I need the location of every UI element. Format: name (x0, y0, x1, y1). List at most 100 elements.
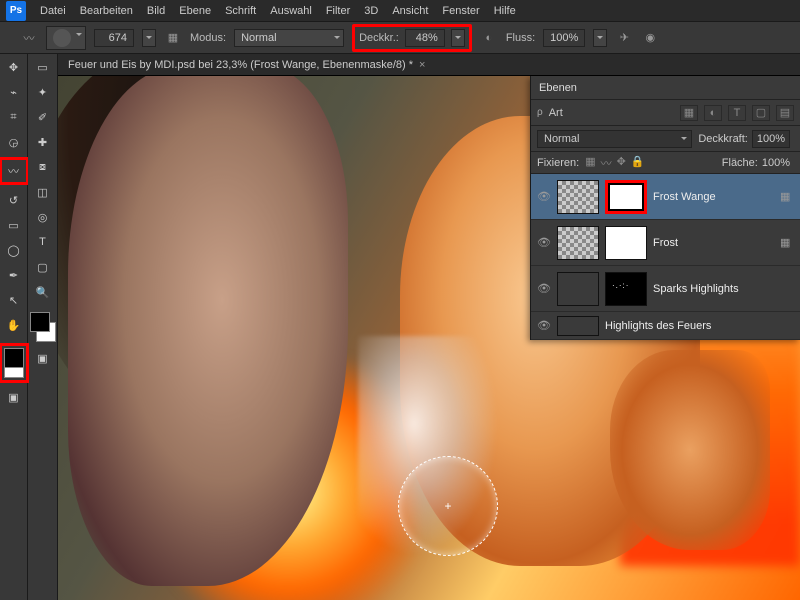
layer-name[interactable]: Sparks Highlights (653, 283, 794, 295)
brush-tool-highlight[interactable]: 〰 (0, 157, 29, 185)
layer-list: 👁 Frost Wange ▦ 👁 Frost ▦ 👁 (531, 174, 800, 340)
layer-mask-thumb-highlight[interactable] (605, 180, 647, 214)
quickmask-toggle[interactable]: ▣ (3, 386, 25, 408)
move-tool[interactable]: ✥ (3, 56, 25, 78)
opacity-label: Deckkr.: (359, 32, 399, 44)
type-tool[interactable]: T (32, 231, 54, 253)
canvas[interactable]: Ebenen ρ Art ▦ ◐ T ▢ ▤ Normal Deckkraft: (58, 76, 800, 600)
menu-layer[interactable]: Ebene (179, 5, 211, 17)
layer-row[interactable]: 👁 Frost Wange ▦ (531, 174, 800, 220)
path-select-tool[interactable]: ↖ (3, 289, 25, 311)
layer-row[interactable]: 👁 Highlights des Feuers (531, 312, 800, 340)
patch-tool[interactable]: ◶ (3, 131, 25, 153)
filter-type-icon[interactable]: T (728, 105, 746, 121)
doc-tab[interactable]: Feuer und Eis by MDI.psd bei 23,3% (Fros… (68, 59, 425, 71)
lasso-tool[interactable]: ⌁ (3, 81, 25, 103)
menu-file[interactable]: Datei (40, 5, 66, 17)
visibility-icon[interactable]: 👁 (537, 190, 551, 203)
layer-row[interactable]: 👁 Sparks Highlights (531, 266, 800, 312)
visibility-icon[interactable]: 👁 (537, 319, 551, 332)
menu-filter[interactable]: Filter (326, 5, 350, 17)
layer-opacity-label: Deckkraft: (698, 133, 748, 145)
menu-3d[interactable]: 3D (364, 5, 378, 17)
document-area: Feuer und Eis by MDI.psd bei 23,3% (Fros… (58, 54, 800, 600)
brush-preset-picker[interactable] (46, 26, 86, 50)
airbrush-icon[interactable]: ✈ (615, 29, 633, 47)
visibility-icon[interactable]: 👁 (537, 236, 551, 249)
close-icon[interactable]: × (419, 59, 425, 71)
lock-all-icon[interactable]: 🔒 (631, 155, 645, 171)
blur-tool[interactable]: ◎ (32, 206, 54, 228)
menu-image[interactable]: Bild (147, 5, 165, 17)
gradient-tool[interactable]: ▭ (3, 214, 25, 236)
screenmode-toggle[interactable]: ▣ (32, 347, 54, 369)
filter-adjust-icon[interactable]: ◐ (704, 105, 722, 121)
layer-name[interactable]: Frost Wange (653, 191, 774, 203)
pressure-size-icon[interactable]: ◉ (641, 29, 659, 47)
dodge-tool[interactable]: ◯ (3, 239, 25, 261)
layer-mask-thumb[interactable] (605, 226, 647, 260)
brush-tool-icon: 〰 (20, 29, 38, 47)
layer-name[interactable]: Highlights des Feuers (605, 320, 794, 332)
layers-tab[interactable]: Ebenen (539, 82, 577, 94)
color-swatches-highlight[interactable] (0, 343, 29, 383)
layer-name[interactable]: Frost (653, 237, 774, 249)
history-brush-tool[interactable]: ↺ (3, 189, 25, 211)
crop-tool[interactable]: ⌗ (3, 106, 25, 128)
layer-row[interactable]: 👁 Frost ▦ (531, 220, 800, 266)
flow-value[interactable]: 100% (543, 29, 585, 47)
brush-panel-icon[interactable]: ▦ (164, 29, 182, 47)
doc-title: Feuer und Eis by MDI.psd bei 23,3% (Fros… (68, 59, 413, 71)
pen-tool[interactable]: ✒ (3, 264, 25, 286)
stamp-tool[interactable]: ⧇ (32, 156, 54, 178)
layer-thumb[interactable] (557, 316, 599, 336)
layer-filter-select[interactable]: Art (549, 107, 599, 119)
layer-opacity-value[interactable]: 100% (752, 130, 790, 148)
eraser-tool[interactable]: ◫ (32, 181, 54, 203)
blend-mode-select[interactable]: Normal (234, 29, 344, 47)
menu-type[interactable]: Schrift (225, 5, 256, 17)
menu-help[interactable]: Hilfe (494, 5, 516, 17)
lock-pos-icon[interactable]: ✥ (617, 155, 626, 171)
opacity-dropdown[interactable] (451, 29, 465, 47)
fill-value[interactable]: 100% (762, 157, 790, 169)
menu-edit[interactable]: Bearbeiten (80, 5, 133, 17)
link-icon[interactable]: ▦ (780, 236, 794, 249)
pressure-opacity-icon[interactable]: ◐ (480, 29, 498, 47)
face-left (68, 76, 348, 586)
zoom-tool[interactable]: 🔍 (32, 281, 54, 303)
options-bar: 〰 674 ▦ Modus: Normal Deckkr.: 48% ◐ Flu… (0, 22, 800, 54)
brush-size-dropdown[interactable] (142, 29, 156, 47)
healing-tool[interactable]: ✚ (32, 131, 54, 153)
menu-select[interactable]: Auswahl (270, 5, 312, 17)
magic-wand-tool[interactable]: ✦ (32, 81, 54, 103)
filter-shape-icon[interactable]: ▢ (752, 105, 770, 121)
layer-thumb[interactable] (557, 272, 599, 306)
flow-label: Fluss: (506, 32, 535, 44)
layer-thumb[interactable] (557, 180, 599, 214)
flow-dropdown[interactable] (593, 29, 607, 47)
filter-pixel-icon[interactable]: ▦ (680, 105, 698, 121)
menu-view[interactable]: Ansicht (392, 5, 428, 17)
foreground-color-alt[interactable] (30, 312, 50, 332)
filter-smart-icon[interactable]: ▤ (776, 105, 794, 121)
marquee-tool[interactable]: ▭ (32, 56, 54, 78)
shape-tool[interactable]: ▢ (32, 256, 54, 278)
brush-cursor (398, 456, 498, 556)
eyedropper-tool[interactable]: ✐ (32, 106, 54, 128)
lock-trans-icon[interactable]: ▦ (585, 155, 595, 171)
fill-label: Fläche: (722, 157, 758, 169)
layer-thumb[interactable] (557, 226, 599, 260)
link-icon[interactable]: ▦ (780, 190, 794, 203)
foreground-color[interactable] (4, 348, 24, 368)
color-swatches-alt[interactable] (28, 310, 58, 344)
visibility-icon[interactable]: 👁 (537, 282, 551, 295)
opacity-value[interactable]: 48% (405, 29, 445, 47)
brush-size[interactable]: 674 (94, 29, 134, 47)
lock-pixels-icon[interactable]: 〰 (601, 155, 612, 171)
layer-mask-thumb[interactable] (605, 272, 647, 306)
layer-blend-select[interactable]: Normal (537, 130, 692, 148)
menu-window[interactable]: Fenster (442, 5, 479, 17)
layers-panel: Ebenen ρ Art ▦ ◐ T ▢ ▤ Normal Deckkraft: (530, 76, 800, 340)
hand-tool[interactable]: ✋ (3, 314, 25, 336)
